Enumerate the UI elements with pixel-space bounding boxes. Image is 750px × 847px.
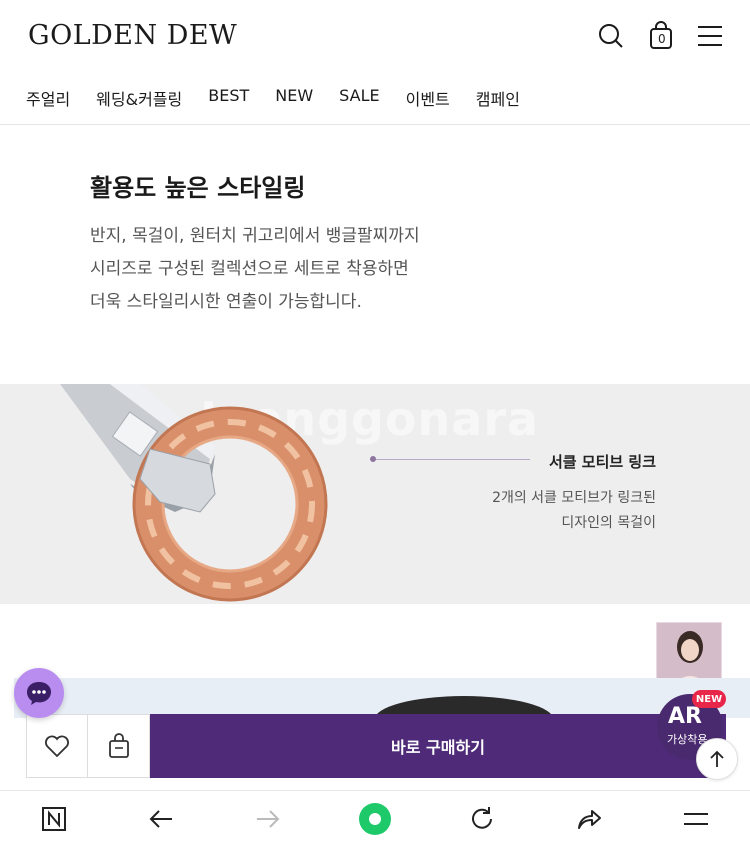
heart-icon [45,735,69,758]
refresh-icon[interactable] [462,799,502,839]
nav-item-event[interactable]: 이벤트 [406,86,450,110]
menu-icon[interactable] [692,18,728,54]
chat-button[interactable] [14,668,64,718]
section-desc-line: 반지, 목걸이, 원터치 귀고리에서 뱅글팔찌까지 [90,226,420,246]
site-header: GOLDEN DEW 0 주얼리 웨딩&커플링 BEST NEW SALE 이벤… [0,0,750,125]
arrow-up-icon [710,750,724,767]
motif-title: 서클 모티브 링크 [548,453,656,471]
nav-item-new[interactable]: NEW [275,86,313,110]
motif-desc-line: 디자인의 목걸이 [561,515,656,531]
main-nav: 주얼리 웨딩&커플링 BEST NEW SALE 이벤트 캠페인 [26,86,546,110]
forward-arrow-icon[interactable] [248,799,288,839]
section-description: 반지, 목걸이, 원터치 귀고리에서 뱅글팔찌까지 시리즈로 구성된 컬렉션으로… [90,220,510,319]
cart-icon [108,733,129,758]
circle-link-jewelry-image [60,384,328,602]
chat-bubble-icon [27,682,51,705]
browser-menu-icon[interactable] [676,799,716,839]
section-desc-line: 더욱 스타일리시한 연출이 가능합니다. [90,292,362,312]
motif-desc-line: 2개의 서클 모티브가 링크된 [492,490,656,506]
nav-item-best[interactable]: BEST [208,86,249,110]
label-line [372,459,530,460]
buy-now-button[interactable]: 바로 구매하기 [150,714,726,778]
nav-item-jewelry[interactable]: 주얼리 [26,86,70,110]
next-section-image [14,678,750,744]
home-green-icon[interactable] [355,799,395,839]
share-icon[interactable] [569,799,609,839]
back-arrow-icon[interactable] [141,799,181,839]
scroll-top-button[interactable] [696,738,738,780]
cart-count: 0 [658,32,666,46]
label-dot [370,456,376,462]
brand-logo[interactable]: GOLDEN DEW [28,20,237,51]
ar-title: AR [668,704,702,729]
motif-description: 2개의 서클 모티브가 링크된 디자인의 목걸이 [492,486,656,536]
naver-n-icon[interactable] [34,799,74,839]
nav-item-sale[interactable]: SALE [339,86,379,110]
add-to-cart-button[interactable] [88,714,150,778]
product-detail-band: Joonggonara 서클 모티브 링크 2개의 서클 모티브가 링크된 디자… [0,384,750,604]
browser-toolbar [0,790,750,847]
purchase-bar: 바로 구매하기 [26,714,726,778]
section-title: 활용도 높은 스타일링 [90,174,306,202]
section-desc-line: 시리즈로 구성된 컬렉션으로 세트로 착용하면 [90,259,409,279]
wishlist-button[interactable] [26,714,88,778]
nav-item-wedding[interactable]: 웨딩&커플링 [96,86,182,110]
shopping-bag-icon[interactable]: 0 [643,18,679,54]
nav-item-campaign[interactable]: 캠페인 [476,86,520,110]
search-icon[interactable] [593,18,629,54]
